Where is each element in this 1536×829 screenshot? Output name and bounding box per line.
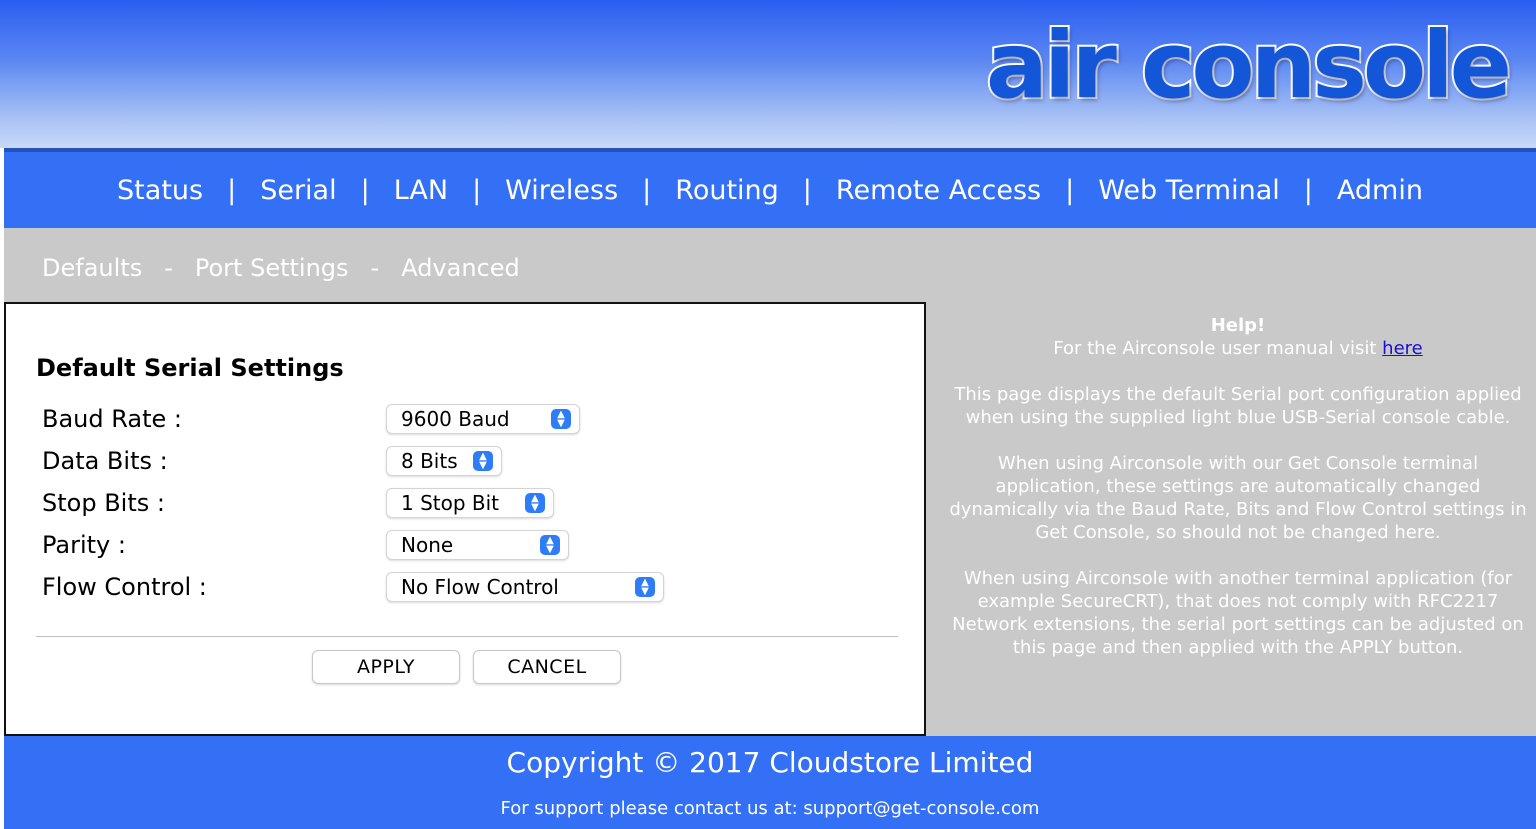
flow-control-select[interactable]: No Flow Control ▲ ▼ xyxy=(386,572,664,602)
baud-rate-label: Baud Rate : xyxy=(42,405,182,433)
apply-button[interactable]: APPLY xyxy=(312,650,460,684)
support-text: For support please contact us at: suppor… xyxy=(500,798,1040,819)
airconsole-logo: air console xyxy=(984,10,1514,121)
flow-control-value: No Flow Control xyxy=(401,575,559,599)
select-arrows-icon: ▲ ▼ xyxy=(635,577,655,597)
help-panel: Help! For the Airconsole user manual vis… xyxy=(948,314,1528,682)
data-bits-value: 8 Bits xyxy=(401,449,458,473)
select-arrows-icon: ▲ ▼ xyxy=(473,451,493,471)
panel-title: Default Serial Settings xyxy=(36,354,344,382)
parity-value: None xyxy=(401,533,454,557)
stop-bits-label: Stop Bits : xyxy=(42,489,165,517)
parity-select[interactable]: None ▲ ▼ xyxy=(386,530,569,560)
subnav-separator: - xyxy=(370,254,380,282)
stop-bits-row: Stop Bits : 1 Stop Bit ▲ ▼ xyxy=(42,486,554,520)
stop-bits-select[interactable]: 1 Stop Bit ▲ ▼ xyxy=(386,488,554,518)
nav-separator: | xyxy=(360,174,370,206)
flow-control-row: Flow Control : No Flow Control ▲ ▼ xyxy=(42,570,664,604)
subnav-item-defaults[interactable]: Defaults xyxy=(42,254,142,282)
flow-control-label: Flow Control : xyxy=(42,573,207,601)
help-manual-text: For the Airconsole user manual visit xyxy=(1053,338,1383,359)
parity-label: Parity : xyxy=(42,531,126,559)
serial-settings-panel: Default Serial Settings Baud Rate : 9600… xyxy=(4,302,926,736)
nav-item-wireless[interactable]: Wireless xyxy=(505,175,618,206)
help-paragraph: When using Airconsole with our Get Conso… xyxy=(949,453,1527,543)
nav-item-serial[interactable]: Serial xyxy=(260,175,336,206)
footer: Copyright © 2017 Cloudstore Limited For … xyxy=(4,736,1536,829)
data-bits-select[interactable]: 8 Bits ▲ ▼ xyxy=(386,446,502,476)
select-arrows-icon: ▲ ▼ xyxy=(551,409,571,429)
main-nav: Status | Serial | LAN | Wireless | Routi… xyxy=(4,148,1536,228)
nav-item-remote-access[interactable]: Remote Access xyxy=(836,175,1041,206)
form-divider xyxy=(36,636,898,637)
help-title: Help! xyxy=(1210,315,1266,336)
cancel-button[interactable]: CANCEL xyxy=(473,650,621,684)
baud-rate-row: Baud Rate : 9600 Baud ▲ ▼ xyxy=(42,402,580,436)
data-bits-row: Data Bits : 8 Bits ▲ ▼ xyxy=(42,444,502,478)
subnav-item-port-settings[interactable]: Port Settings xyxy=(195,254,349,282)
nav-separator: | xyxy=(802,174,812,206)
copyright-text: Copyright © 2017 Cloudstore Limited xyxy=(506,746,1034,779)
select-arrows-icon: ▲ ▼ xyxy=(525,493,545,513)
help-paragraph: When using Airconsole with another termi… xyxy=(952,568,1524,658)
header-banner: air console xyxy=(0,0,1536,148)
sub-nav: Defaults - Port Settings - Advanced xyxy=(42,254,520,282)
nav-separator: | xyxy=(1065,174,1075,206)
nav-separator: | xyxy=(1303,174,1313,206)
nav-item-web-terminal[interactable]: Web Terminal xyxy=(1098,175,1280,206)
nav-item-status[interactable]: Status xyxy=(117,175,203,206)
nav-separator: | xyxy=(472,174,482,206)
nav-separator: | xyxy=(227,174,237,206)
nav-separator: | xyxy=(642,174,652,206)
baud-rate-select[interactable]: 9600 Baud ▲ ▼ xyxy=(386,404,580,434)
select-arrows-icon: ▲ ▼ xyxy=(540,535,560,555)
subnav-item-advanced[interactable]: Advanced xyxy=(401,254,520,282)
data-bits-label: Data Bits : xyxy=(42,447,168,475)
stop-bits-value: 1 Stop Bit xyxy=(401,491,500,515)
baud-rate-value: 9600 Baud xyxy=(401,407,510,431)
nav-item-lan[interactable]: LAN xyxy=(394,175,448,206)
manual-link[interactable]: here xyxy=(1382,338,1423,359)
nav-item-admin[interactable]: Admin xyxy=(1337,175,1423,206)
help-paragraph: This page displays the default Serial po… xyxy=(954,384,1522,428)
parity-row: Parity : None ▲ ▼ xyxy=(42,528,569,562)
subnav-separator: - xyxy=(164,254,173,282)
nav-item-routing[interactable]: Routing xyxy=(675,175,779,206)
